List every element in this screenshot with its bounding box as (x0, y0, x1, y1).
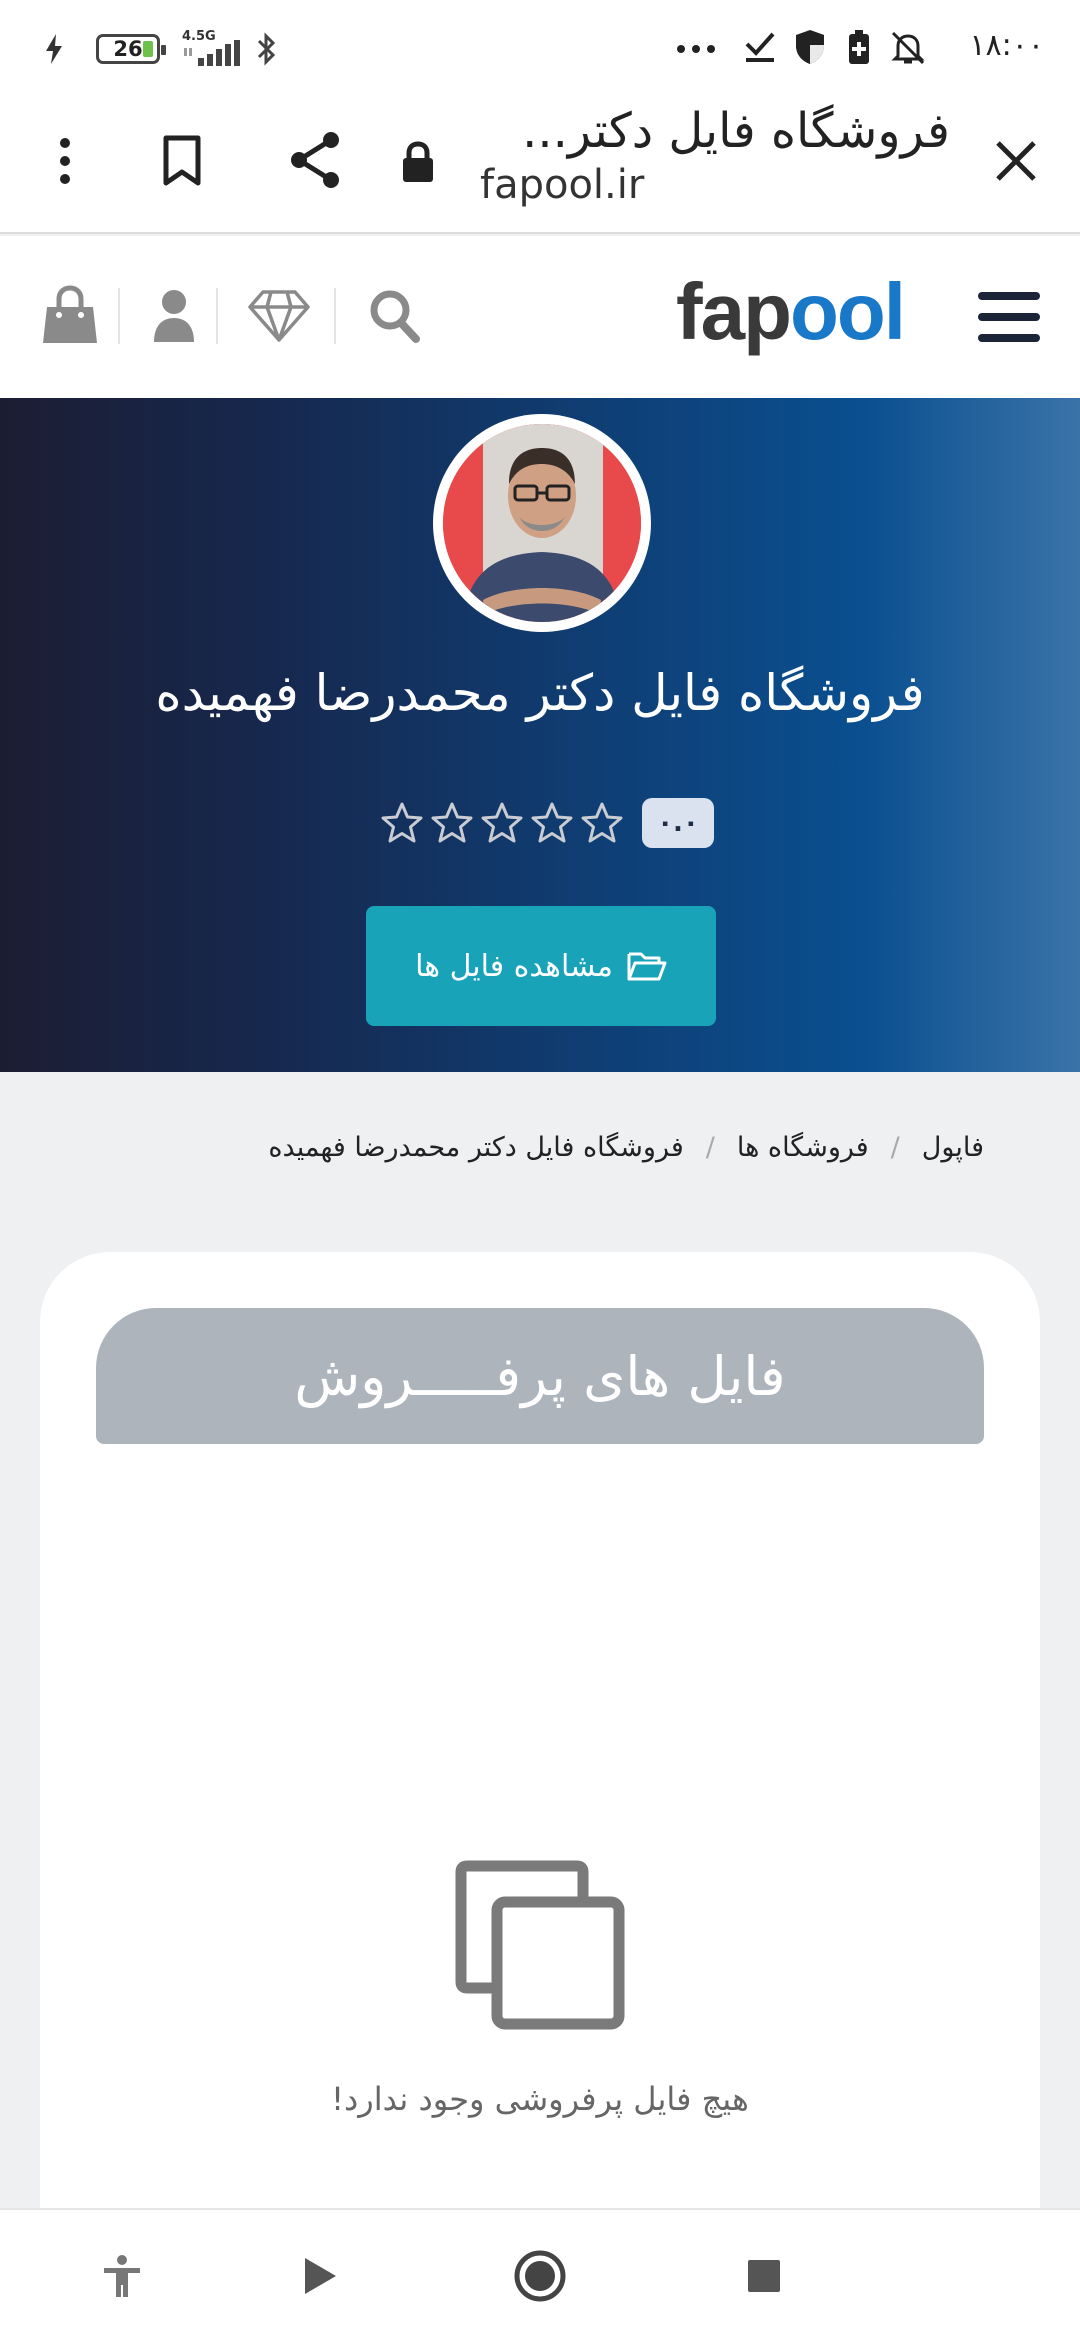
breadcrumb-item-current: فروشگاه فایل دکتر محمدرضا فهمیده (268, 1132, 684, 1163)
browser-toolbar: فروشگاه فایل دکتر... fapool.ir (0, 96, 1080, 234)
search-icon[interactable] (362, 280, 428, 352)
site-header: fapool (0, 236, 1080, 398)
hamburger-menu-icon[interactable] (974, 282, 1044, 352)
empty-state-message: هیچ فایل پرفروشی وجود ندارد! (331, 2080, 749, 2118)
shop-avatar (433, 414, 651, 632)
check-icon (745, 32, 775, 62)
home-circle-icon[interactable] (508, 2244, 572, 2308)
bluetooth-icon (257, 32, 276, 66)
rating-value-badge: ۰.۰ (642, 798, 714, 848)
signal-icon (184, 40, 240, 66)
breadcrumb-separator: / (705, 1132, 715, 1163)
page-title[interactable]: فروشگاه فایل دکتر... (390, 96, 950, 166)
folder-open-icon (627, 952, 667, 981)
share-icon[interactable] (280, 122, 350, 198)
stop-square-icon[interactable] (732, 2244, 796, 2308)
battery-level: 26 (113, 37, 143, 61)
more-icon (677, 45, 715, 53)
battery-saver-icon (849, 30, 869, 64)
copy-files-icon (455, 1860, 625, 2030)
shield-icon (796, 30, 824, 64)
shop-title: فروشگاه فایل دکتر محمدرضا فهمیده (155, 664, 925, 722)
system-nav-bar (0, 2208, 1080, 2340)
bookmark-icon[interactable] (150, 126, 214, 196)
shop-rating: ۰.۰ (380, 798, 714, 848)
star-icon (481, 802, 523, 843)
url-text[interactable]: fapool.ir (480, 162, 644, 208)
bestsellers-card: فایل های پرفـــــروش هیچ فایل پرفروشی وج… (40, 1252, 1040, 2252)
fapool-logo[interactable]: fapool (676, 266, 906, 358)
status-bar: 26 4.5G ۱۸:۰۰ (0, 0, 1080, 96)
breadcrumb-separator: / (890, 1132, 900, 1163)
clock: ۱۸:۰۰ (969, 28, 1044, 63)
shopping-bag-icon[interactable] (38, 276, 102, 356)
shop-hero: فروشگاه فایل دکتر محمدرضا فهمیده ۰.۰ مشا… (0, 398, 1080, 1072)
star-icon (381, 802, 423, 843)
breadcrumb-item-home[interactable]: فاپول (922, 1132, 984, 1163)
breadcrumb-item-shops[interactable]: فروشگاه ها (737, 1132, 869, 1163)
play-icon[interactable] (288, 2244, 352, 2308)
close-icon[interactable] (986, 126, 1046, 196)
bell-off-icon (891, 31, 925, 65)
user-icon[interactable] (144, 276, 204, 356)
star-icon (431, 802, 473, 843)
star-icon (581, 802, 623, 843)
view-files-label: مشاهده فایل ها (415, 948, 613, 984)
bestsellers-title: فایل های پرفـــــروش (96, 1308, 984, 1444)
view-files-button[interactable]: مشاهده فایل ها (366, 906, 716, 1026)
diamond-icon[interactable] (244, 276, 314, 356)
breadcrumb: فاپول / فروشگاه ها / فروشگاه فایل دکتر م… (268, 1132, 984, 1163)
star-icon (531, 802, 573, 843)
accessibility-icon[interactable] (90, 2244, 154, 2308)
battery-icon: 26 (96, 34, 166, 64)
menu-dots-icon[interactable] (40, 126, 90, 196)
charging-icon (46, 34, 62, 64)
